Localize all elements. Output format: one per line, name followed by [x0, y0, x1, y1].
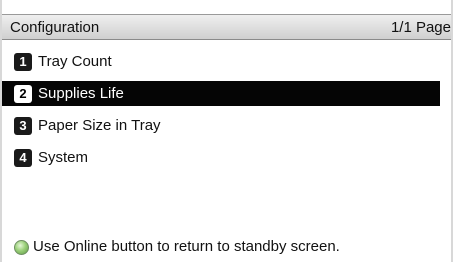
number-4-icon: 4 — [14, 148, 32, 167]
menu-item-system[interactable]: 4 System — [2, 145, 451, 170]
menu-item-label: Supplies Life — [38, 84, 124, 102]
online-button-icon — [14, 239, 29, 255]
number-1-icon: 1 — [14, 52, 32, 71]
configuration-menu: 1 Tray Count 2 Supplies Life 3 Paper Siz… — [2, 49, 451, 177]
number-3-icon: 3 — [14, 116, 32, 135]
footer-hint: Use Online button to return to standby s… — [14, 238, 340, 256]
printer-panel-screen: Configuration 1/1 Page 1 Tray Count 2 Su… — [0, 0, 453, 262]
number-2-icon: 2 — [14, 84, 32, 103]
menu-item-label: Tray Count — [38, 52, 112, 70]
menu-item-label: System — [38, 148, 89, 166]
footer-message: Use Online button to return to standby s… — [33, 238, 340, 255]
menu-item-paper-size-in-tray[interactable]: 3 Paper Size in Tray — [2, 113, 451, 138]
page-title: Configuration — [10, 19, 100, 36]
menu-item-supplies-life[interactable]: 2 Supplies Life — [2, 81, 440, 106]
menu-item-label: Paper Size in Tray — [38, 116, 161, 134]
header-bar: Configuration 1/1 Page — [2, 14, 451, 40]
page-indicator: 1/1 Page — [390, 19, 451, 36]
menu-item-tray-count[interactable]: 1 Tray Count — [2, 49, 451, 74]
